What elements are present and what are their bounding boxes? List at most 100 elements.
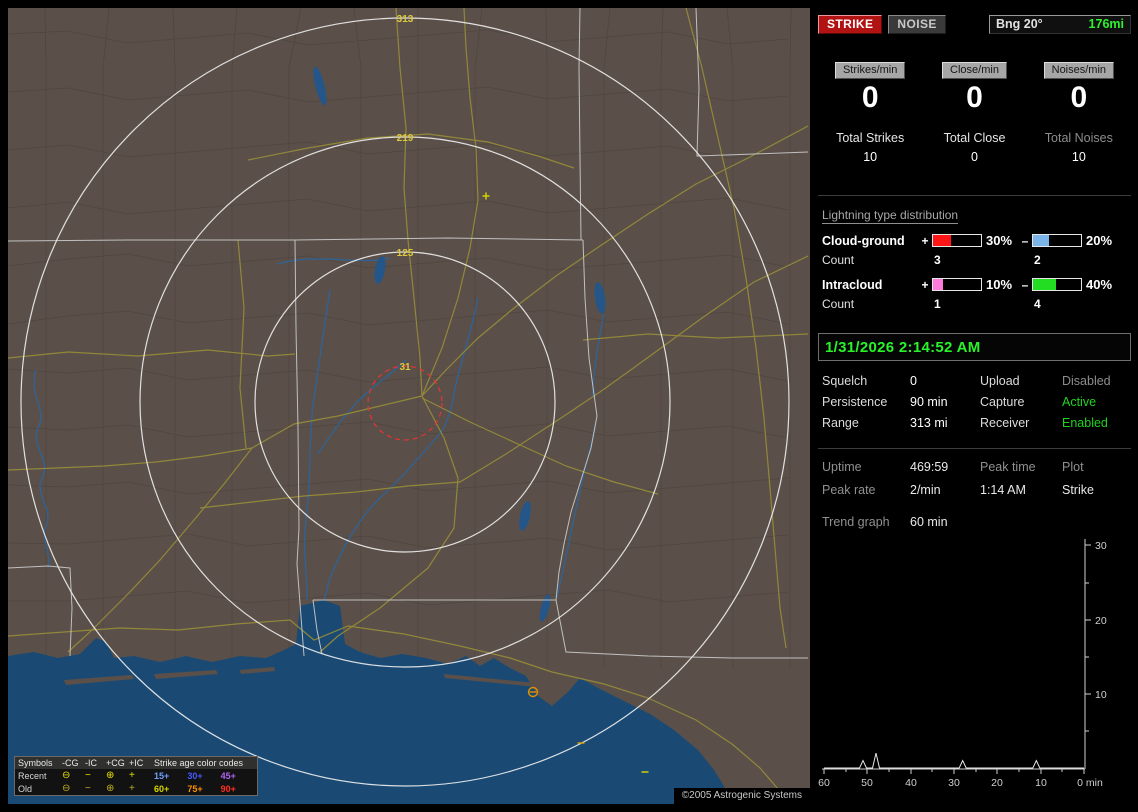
distribution-title: Lightning type distribution [822,208,959,224]
cg-negative-bar [1032,234,1082,247]
cg-negative-percent: 20% [1086,233,1113,248]
x-tick-20: 20 [991,777,1003,789]
peak-rate-value: 2/min [910,483,941,497]
status-panel: STRIKE NOISE Bng 20° 176mi Strikes/min C… [818,8,1131,804]
total-close-label: Total Close [943,131,1006,145]
age-code-75: 75+ [187,783,203,794]
legend-old-row: Old ⊖ − ⊕ + 60+ 75+ 90+ [15,782,257,795]
plus-icon: + [129,782,135,794]
count-label: Count [822,253,855,267]
intracloud-row: Intracloud + 10% – 40% [822,277,1127,292]
x-tick-50: 50 [861,777,873,789]
map-legend: Symbols -CG -IC +CG +IC Strike age color… [14,756,258,796]
capture-label: Capture [980,395,1025,409]
x-tick-30: 30 [948,777,960,789]
map-canvas: 313 219 125 31 [8,8,810,804]
plus-sign: + [921,277,929,292]
noises-per-min-label: Noises/min [1043,62,1115,79]
totals-row: Total Strikes 10 Total Close 0 Total Noi… [818,131,1131,164]
rate-values-row: 0 0 0 [818,82,1131,114]
upload-status: Disabled [1062,374,1111,388]
minus-icon: − [85,782,91,794]
peak-time-label: Peak time [980,460,1036,474]
legend-age-header: Strike age color codes [154,758,244,768]
age-code-45: 45+ [220,770,236,781]
total-strikes-label: Total Strikes [836,131,905,145]
range-label-31: 31 [399,362,411,373]
receiver-status: Enabled [1062,416,1108,430]
rate-labels-row: Strikes/min Close/min Noises/min [818,62,1131,79]
age-code-90: 90+ [220,783,236,794]
minus-icon: − [85,769,91,781]
strike-mode-button[interactable]: STRIKE [818,14,883,34]
x-tick-0-min: 0 min [1077,777,1103,789]
peak-time-value: 1:14 AM [980,483,1026,497]
age-code-60: 60+ [154,783,170,794]
legend-col-pos-cg: +CG [106,758,125,768]
stats-grid: Uptime 469:59 Peak time Plot Peak rate 2… [822,460,1127,497]
legend-symbols-header: Symbols [18,758,53,768]
range-label-125: 125 [397,248,414,259]
y-ticks [1085,544,1091,732]
capture-status: Active [1062,395,1097,409]
ic-negative-percent: 40% [1086,277,1113,292]
plot-value: Strike [1062,483,1094,497]
cloud-ground-count-row: Count 3 2 [822,253,1127,267]
bearing-label: Bng 20° [996,17,1043,31]
ic-positive-percent: 10% [986,277,1013,292]
legend-old-label: Old [18,783,33,794]
strikes-per-min-value: 0 [861,81,879,114]
cg-positive-percent: 30% [986,233,1013,248]
y-tick-10: 10 [1095,689,1107,701]
bearing-readout: Bng 20° 176mi [989,14,1131,34]
timestamp-box: 1/31/2026 2:14:52 AM [818,333,1131,361]
peak-rate-label: Peak rate [822,483,876,497]
age-code-15: 15+ [154,770,170,781]
minus-sign: – [1021,233,1029,248]
lightning-map[interactable]: 313 219 125 31 Symbols -CG -IC +CG +IC S… [8,8,810,804]
cloud-ground-row: Cloud-ground + 30% – 20% [822,233,1127,248]
bearing-distance: 176mi [1088,17,1124,31]
plot-label: Plot [1062,460,1084,474]
receiver-label: Receiver [980,416,1030,430]
cg-negative-count: 2 [1034,253,1041,267]
minus-sign: – [1021,277,1029,292]
total-noises-value: 10 [1071,150,1086,164]
total-strikes-value: 10 [863,150,878,164]
strike-rate-trace [824,752,1084,769]
squelch-label: Squelch [822,374,868,388]
x-tick-60: 60 [818,777,830,789]
divider [818,448,1131,449]
ic-positive-count: 1 [934,297,941,311]
y-tick-20: 20 [1095,615,1107,627]
circle-plus-icon: ⊕ [106,782,115,794]
persistence-label: Persistence [822,395,888,409]
close-per-min-value: 0 [966,81,983,114]
range-label-313: 313 [397,14,414,25]
trend-graph-window: 60 min [910,515,948,529]
ic-positive-bar [932,278,982,291]
ic-negative-count: 4 [1034,297,1041,311]
age-code-30: 30+ [187,770,203,781]
intracloud-count-row: Count 1 4 [822,297,1127,311]
circle-minus-icon: ⊖ [62,782,71,794]
legend-col-neg-cg: -CG [62,758,79,768]
total-close-value: 0 [971,150,978,164]
x-ticks [823,769,1085,774]
plus-icon: + [129,769,135,781]
uptime-value: 469:59 [910,460,949,474]
squelch-value: 0 [910,374,917,388]
legend-header-row: Symbols -CG -IC +CG +IC Strike age color… [15,757,257,769]
range-value: 313 mi [910,416,948,430]
total-noises-label: Total Noises [1044,131,1113,145]
divider [818,195,1131,196]
lightning-distribution: Lightning type distribution Cloud-ground… [822,208,1127,321]
cg-positive-bar [932,234,982,247]
trend-graph-row: Trend graph 60 min [822,515,948,529]
noise-mode-button[interactable]: NOISE [888,14,946,34]
copyright-text: ©2005 Astrogenic Systems [673,788,810,804]
uptime-label: Uptime [822,460,862,474]
upload-label: Upload [980,374,1020,388]
trend-graph: 30 20 10 60 50 40 30 20 10 0 min [818,539,1107,789]
persistence-value: 90 min [910,395,948,409]
